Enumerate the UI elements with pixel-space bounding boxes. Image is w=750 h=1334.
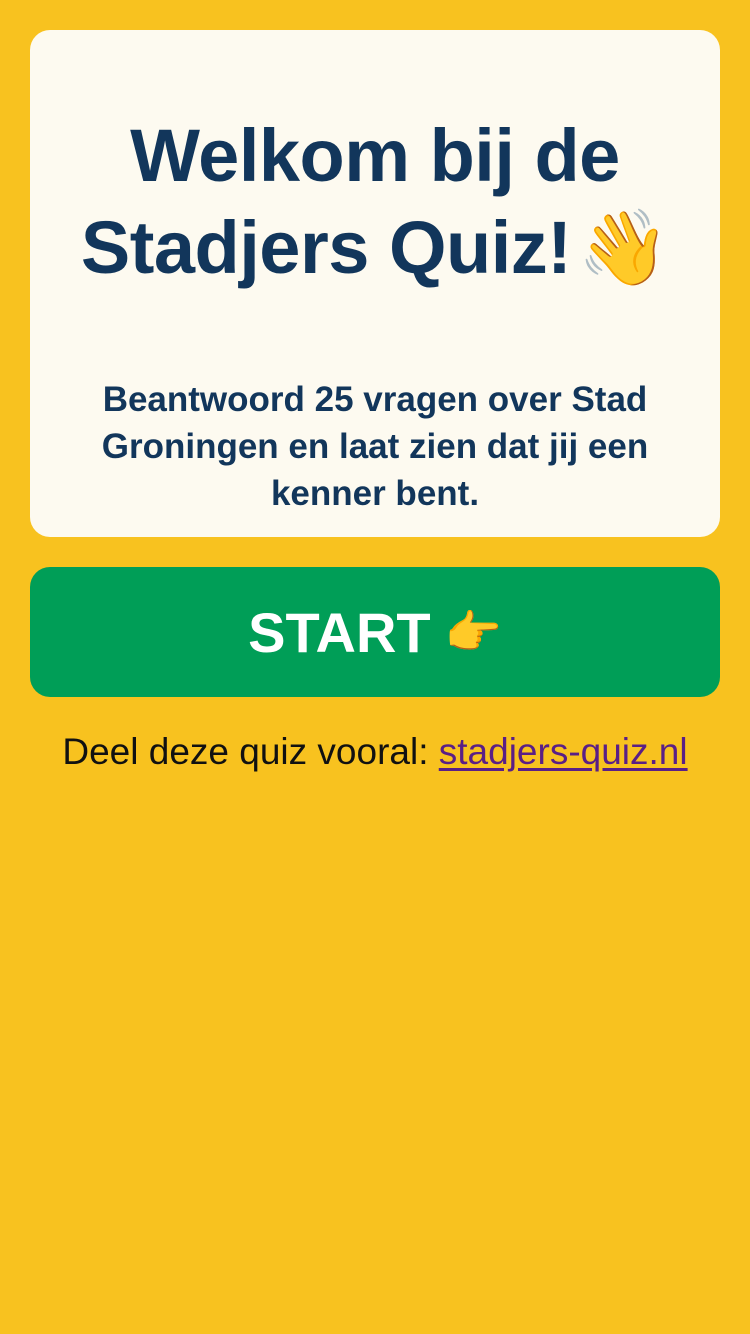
share-message: Deel deze quiz vooral: stadjers-quiz.nl bbox=[60, 728, 690, 775]
waving-hand-icon: 👋 bbox=[577, 206, 670, 289]
share-text: Deel deze quiz vooral: bbox=[62, 731, 439, 772]
intro-text: Beantwoord 25 vragen over Stad Groningen… bbox=[101, 380, 649, 513]
title-text: Welkom bij de Stadjers Quiz! bbox=[80, 114, 620, 289]
quiz-welcome-page: Welkom bij de Stadjers Quiz!👋 Beantwoord… bbox=[0, 0, 750, 1334]
page-title: Welkom bij de Stadjers Quiz!👋 bbox=[30, 110, 720, 294]
share-link[interactable]: stadjers-quiz.nl bbox=[439, 731, 688, 772]
pointing-right-icon: 👉 bbox=[444, 605, 502, 658]
start-button-label: START bbox=[248, 600, 431, 664]
start-button[interactable]: START 👉 bbox=[30, 567, 720, 697]
welcome-card: Welkom bij de Stadjers Quiz!👋 Beantwoord… bbox=[30, 30, 720, 537]
